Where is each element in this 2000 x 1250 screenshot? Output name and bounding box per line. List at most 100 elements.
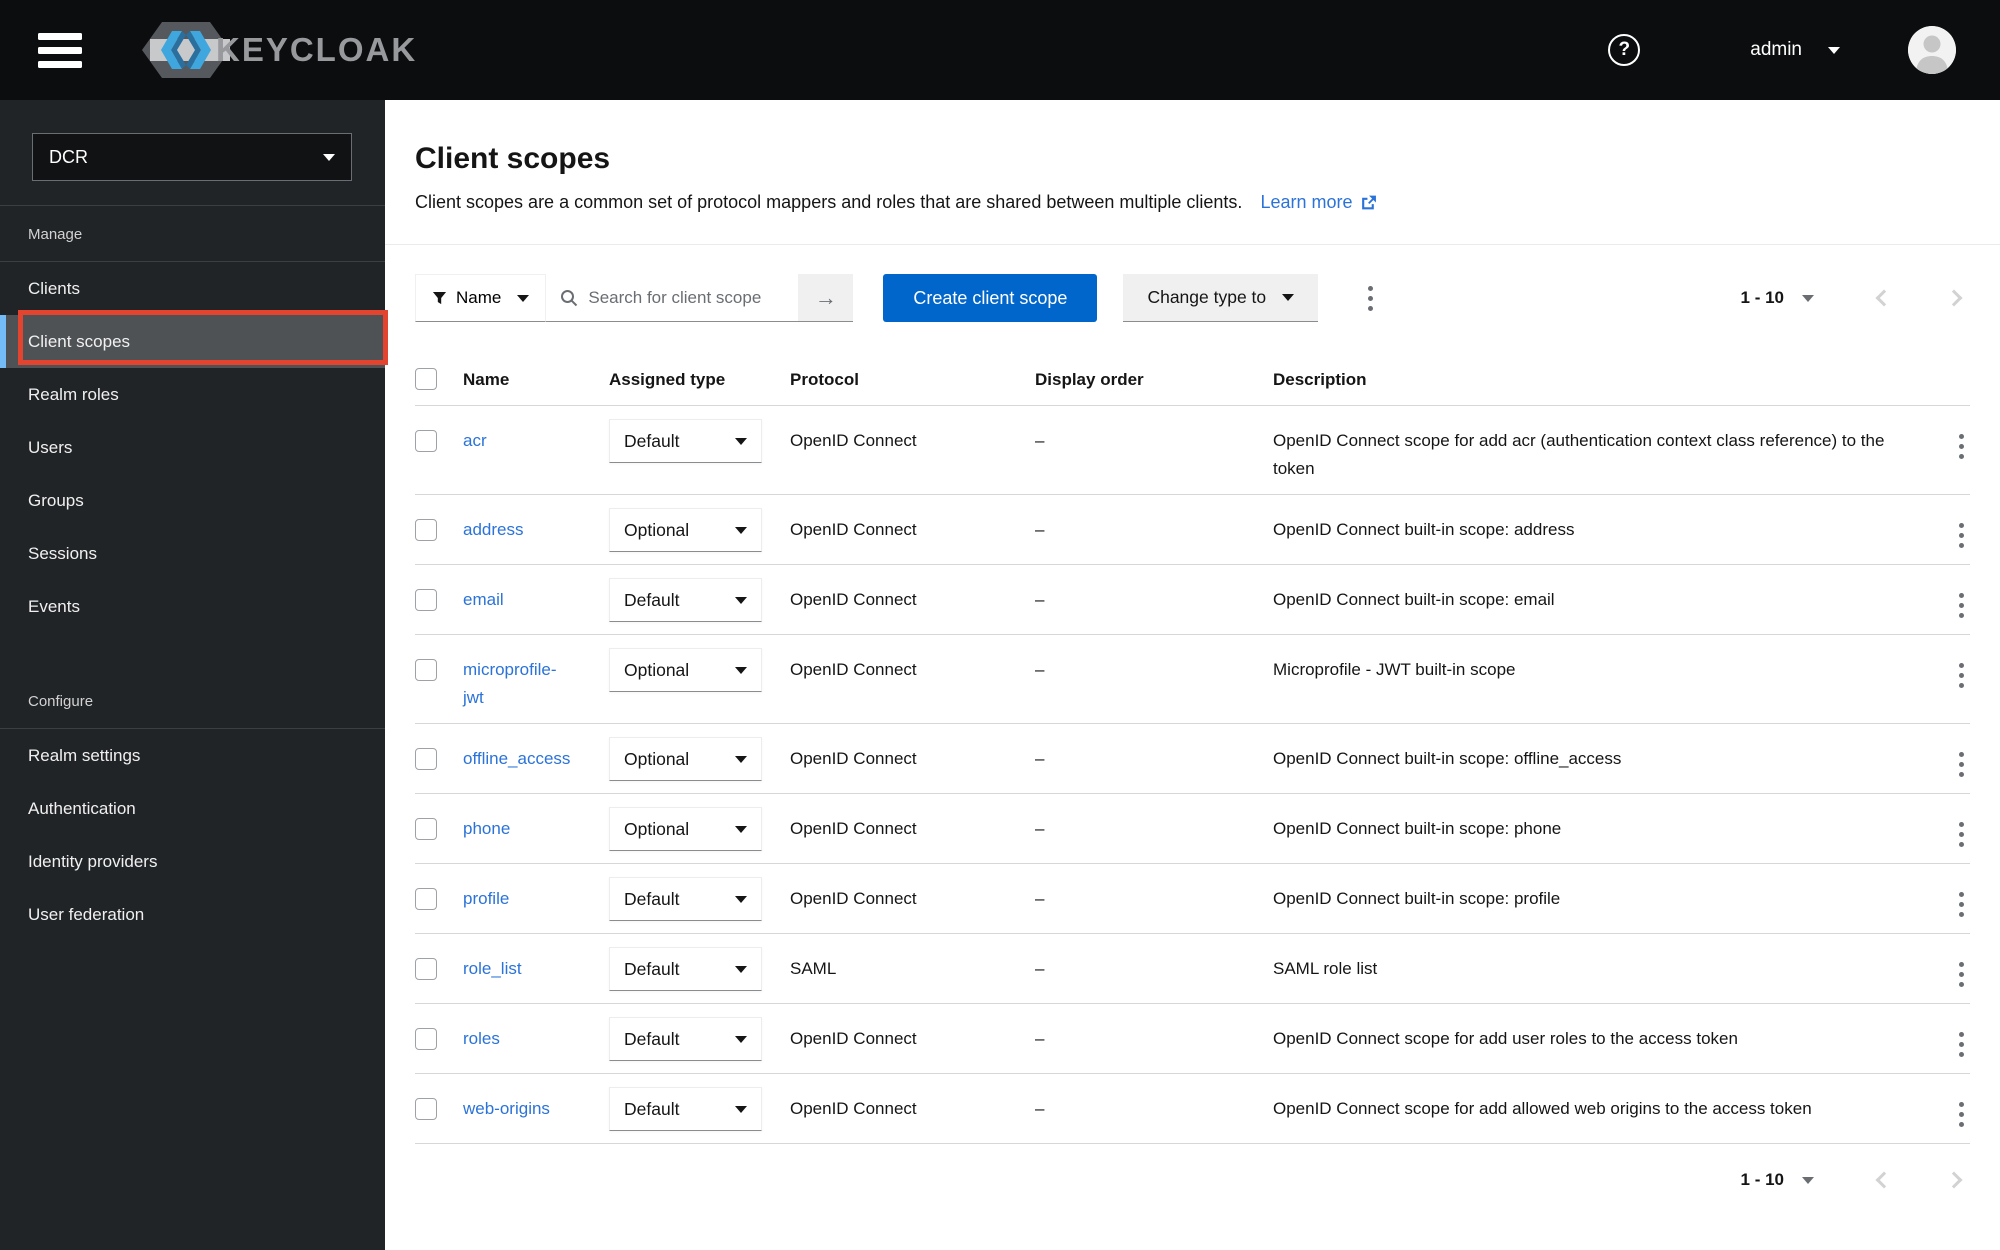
hamburger-menu-icon[interactable] bbox=[38, 26, 82, 75]
sidebar-item-label: Events bbox=[28, 596, 80, 616]
sidebar-item-users[interactable]: Users bbox=[0, 421, 385, 474]
row-checkbox[interactable] bbox=[415, 659, 437, 681]
scope-name-link[interactable]: phone bbox=[463, 819, 510, 838]
scope-name-link[interactable]: roles bbox=[463, 1029, 500, 1048]
assigned-type-select[interactable]: Optional bbox=[609, 737, 762, 781]
display-order-cell: – bbox=[1035, 1099, 1045, 1118]
assigned-type-select[interactable]: Optional bbox=[609, 508, 762, 552]
nav-item-list: Clients Client scopes Realm roles Users … bbox=[0, 262, 388, 633]
assigned-type-select[interactable]: Default bbox=[609, 419, 762, 463]
row-kebab-icon[interactable] bbox=[1953, 957, 1970, 991]
row-checkbox[interactable] bbox=[415, 1098, 437, 1120]
user-menu[interactable]: admin bbox=[1750, 39, 1840, 61]
row-kebab-icon[interactable] bbox=[1953, 429, 1970, 463]
chevron-down-icon[interactable] bbox=[1802, 294, 1814, 302]
assigned-type-select[interactable]: Default bbox=[609, 1087, 762, 1131]
chevron-left-icon[interactable] bbox=[1875, 289, 1893, 307]
filter-type-dropdown[interactable]: Name bbox=[415, 274, 547, 322]
change-type-dropdown[interactable]: Change type to bbox=[1123, 274, 1319, 322]
chevron-down-icon bbox=[735, 596, 747, 604]
sidebar-item-identity-providers[interactable]: Identity providers bbox=[0, 835, 385, 888]
display-order-cell: – bbox=[1035, 749, 1045, 768]
sidebar-item-label: Sessions bbox=[28, 543, 97, 563]
table-row: email Default OpenID Connect – OpenID Co… bbox=[415, 565, 1970, 635]
sidebar-item-groups[interactable]: Groups bbox=[0, 474, 385, 527]
assigned-type-select[interactable]: Default bbox=[609, 877, 762, 921]
scope-name-link[interactable]: role_list bbox=[463, 959, 522, 978]
scope-name-link[interactable]: address bbox=[463, 520, 523, 539]
sidebar-item-realm-settings[interactable]: Realm settings bbox=[0, 729, 385, 782]
row-kebab-icon[interactable] bbox=[1953, 658, 1970, 692]
table-row: role_list Default SAML – SAML role list bbox=[415, 934, 1970, 1004]
sidebar-item-client-scopes[interactable]: Client scopes bbox=[0, 310, 388, 368]
assigned-type-select[interactable]: Default bbox=[609, 1017, 762, 1061]
create-client-scope-button[interactable]: Create client scope bbox=[883, 274, 1098, 322]
sidebar-item-clients[interactable]: Clients bbox=[0, 262, 385, 315]
sidebar-item-sessions[interactable]: Sessions bbox=[0, 527, 385, 580]
row-checkbox[interactable] bbox=[415, 748, 437, 770]
select-all-checkbox[interactable] bbox=[415, 368, 437, 390]
protocol-cell: OpenID Connect bbox=[790, 520, 917, 539]
column-header-display-order: Display order bbox=[1035, 370, 1144, 389]
assigned-type-select[interactable]: Default bbox=[609, 578, 762, 622]
scope-name-link[interactable]: web-origins bbox=[463, 1099, 550, 1118]
avatar[interactable] bbox=[1908, 26, 1956, 74]
sidebar-item-label: Groups bbox=[28, 490, 84, 510]
table-row: address Optional OpenID Connect – OpenID… bbox=[415, 495, 1970, 565]
chevron-down-icon bbox=[735, 666, 747, 674]
filter-funnel-icon bbox=[432, 291, 447, 304]
row-kebab-icon[interactable] bbox=[1953, 747, 1970, 781]
chevron-right-icon[interactable] bbox=[1945, 1171, 1963, 1189]
sidebar-item-authentication[interactable]: Authentication bbox=[0, 782, 385, 835]
row-checkbox[interactable] bbox=[415, 958, 437, 980]
scope-name-link[interactable]: email bbox=[463, 590, 504, 609]
description-cell: SAML role list bbox=[1273, 959, 1378, 978]
display-order-cell: – bbox=[1035, 431, 1045, 450]
external-link-icon bbox=[1361, 195, 1376, 209]
chevron-down-icon bbox=[517, 294, 530, 302]
row-kebab-icon[interactable] bbox=[1953, 588, 1970, 622]
row-kebab-icon[interactable] bbox=[1953, 1097, 1970, 1131]
row-checkbox[interactable] bbox=[415, 1028, 437, 1050]
chevron-down-icon[interactable] bbox=[1802, 1176, 1814, 1184]
assigned-type-select[interactable]: Optional bbox=[609, 807, 762, 851]
row-kebab-icon[interactable] bbox=[1953, 887, 1970, 921]
row-checkbox[interactable] bbox=[415, 818, 437, 840]
main-content: Client scopes Client scopes are a common… bbox=[385, 100, 2000, 1250]
assigned-type-select[interactable]: Optional bbox=[609, 648, 762, 692]
table-row: profile Default OpenID Connect – OpenID … bbox=[415, 864, 1970, 934]
row-checkbox[interactable] bbox=[415, 589, 437, 611]
row-checkbox[interactable] bbox=[415, 519, 437, 541]
scope-name-link[interactable]: acr bbox=[463, 431, 487, 450]
assigned-type-select[interactable]: Default bbox=[609, 947, 762, 991]
row-checkbox[interactable] bbox=[415, 430, 437, 452]
search-input[interactable] bbox=[588, 287, 789, 308]
sidebar-item-realm-roles[interactable]: Realm roles bbox=[0, 368, 385, 421]
toolbar-kebab-icon[interactable] bbox=[1362, 281, 1379, 315]
client-scopes-table: Name Assigned type Protocol Display orde… bbox=[415, 353, 1970, 1144]
scope-name-link[interactable]: profile bbox=[463, 889, 509, 908]
pagination-range[interactable]: 1 - 10 bbox=[1741, 1170, 1784, 1190]
sidebar-item-events[interactable]: Events bbox=[0, 580, 385, 633]
search-submit-button[interactable]: → bbox=[798, 274, 854, 322]
row-checkbox[interactable] bbox=[415, 888, 437, 910]
chevron-right-icon[interactable] bbox=[1945, 289, 1963, 307]
row-kebab-icon[interactable] bbox=[1953, 817, 1970, 851]
column-header-name: Name bbox=[463, 370, 510, 389]
description-cell: OpenID Connect built-in scope: profile bbox=[1273, 889, 1561, 908]
realm-selector[interactable]: DCR bbox=[32, 133, 352, 181]
table-row: phone Optional OpenID Connect – OpenID C… bbox=[415, 794, 1970, 864]
row-kebab-icon[interactable] bbox=[1953, 518, 1970, 552]
sidebar-nav: Manage Clients Client scopes Realm roles… bbox=[0, 206, 388, 941]
sidebar-item-label: Realm settings bbox=[28, 745, 141, 765]
chevron-down-icon bbox=[735, 1035, 747, 1043]
scope-name-link[interactable]: microprofile-jwt bbox=[463, 660, 557, 707]
page-title: Client scopes bbox=[415, 142, 611, 175]
scope-name-link[interactable]: offline_access bbox=[463, 749, 570, 768]
learn-more-link[interactable]: Learn more bbox=[1260, 190, 1376, 214]
help-icon[interactable]: ? bbox=[1608, 34, 1641, 66]
chevron-left-icon[interactable] bbox=[1875, 1171, 1893, 1189]
pagination-range[interactable]: 1 - 10 bbox=[1741, 288, 1784, 308]
row-kebab-icon[interactable] bbox=[1953, 1027, 1970, 1061]
sidebar-item-user-federation[interactable]: User federation bbox=[0, 888, 385, 941]
